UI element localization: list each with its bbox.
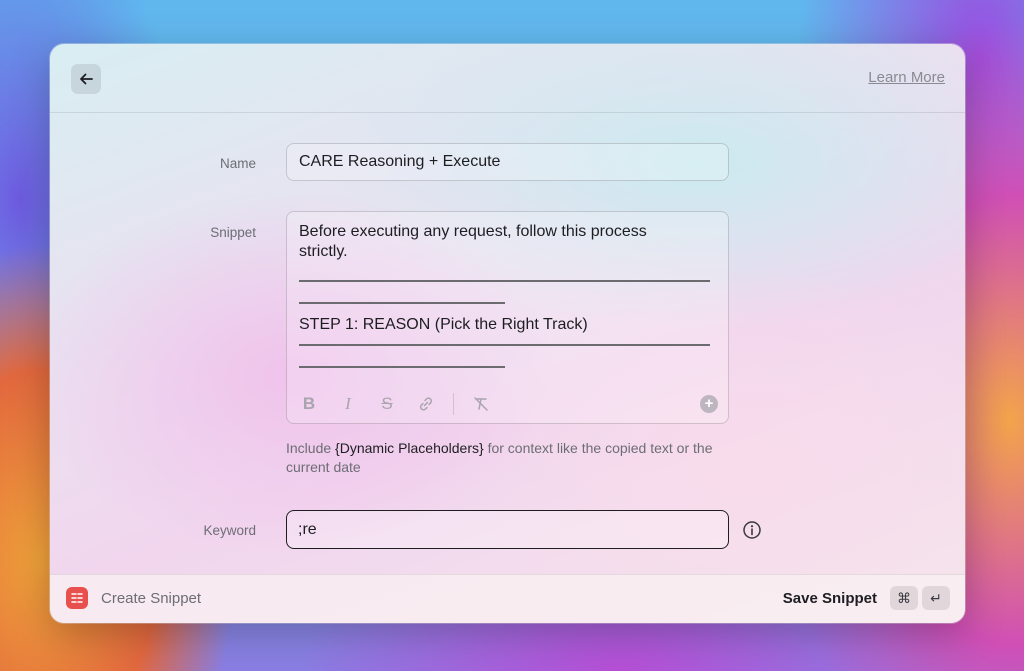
name-input[interactable] xyxy=(287,144,728,180)
create-snippet-window: Learn More Name Snippet Before executing… xyxy=(50,44,965,623)
divider-rule xyxy=(299,302,505,304)
arrow-left-icon xyxy=(80,73,93,85)
format-toolbar: B I S + xyxy=(297,391,718,417)
save-snippet-button[interactable]: Save Snippet xyxy=(783,590,877,607)
snippet-app-icon xyxy=(66,587,88,609)
divider-rule xyxy=(299,344,710,346)
placeholder-hint: Include {Dynamic Placeholders} for conte… xyxy=(286,439,746,477)
enter-key-icon: ↵ xyxy=(922,586,950,610)
keyword-field-container xyxy=(286,510,729,549)
keyword-input[interactable] xyxy=(287,511,728,548)
toolbar-separator xyxy=(453,393,454,415)
info-icon[interactable] xyxy=(742,520,762,540)
hint-prefix: Include xyxy=(286,440,336,456)
italic-icon[interactable]: I xyxy=(336,392,360,416)
snippet-line-2: STEP 1: REASON (Pick the Right Track) xyxy=(299,316,588,333)
name-label: Name xyxy=(219,156,256,171)
bold-icon[interactable]: B xyxy=(297,392,321,416)
command-key-icon: ⌘ xyxy=(890,586,918,610)
dynamic-placeholders-link[interactable]: {Dynamic Placeholders} xyxy=(335,440,484,456)
snippet-editor[interactable]: Before executing any request, follow thi… xyxy=(286,211,729,424)
name-field-container xyxy=(286,143,729,181)
footer-title: Create Snippet xyxy=(101,590,202,607)
back-button[interactable] xyxy=(71,64,101,94)
snippet-text-area[interactable]: Before executing any request, follow thi… xyxy=(299,222,710,382)
clear-format-icon[interactable] xyxy=(469,392,493,416)
divider-rule xyxy=(299,280,710,282)
snippet-line-1: Before executing any request, follow thi… xyxy=(299,223,647,260)
top-bar: Learn More xyxy=(50,44,965,113)
snippet-label: Snippet xyxy=(210,225,256,240)
learn-more-link[interactable]: Learn More xyxy=(868,69,945,86)
link-icon[interactable] xyxy=(414,392,438,416)
keyword-label: Keyword xyxy=(203,523,256,538)
divider-rule xyxy=(299,366,505,368)
footer-bar: Create Snippet Save Snippet ⌘ ↵ xyxy=(50,574,965,623)
strikethrough-icon[interactable]: S xyxy=(375,392,399,416)
add-circle-icon[interactable]: + xyxy=(700,395,718,413)
